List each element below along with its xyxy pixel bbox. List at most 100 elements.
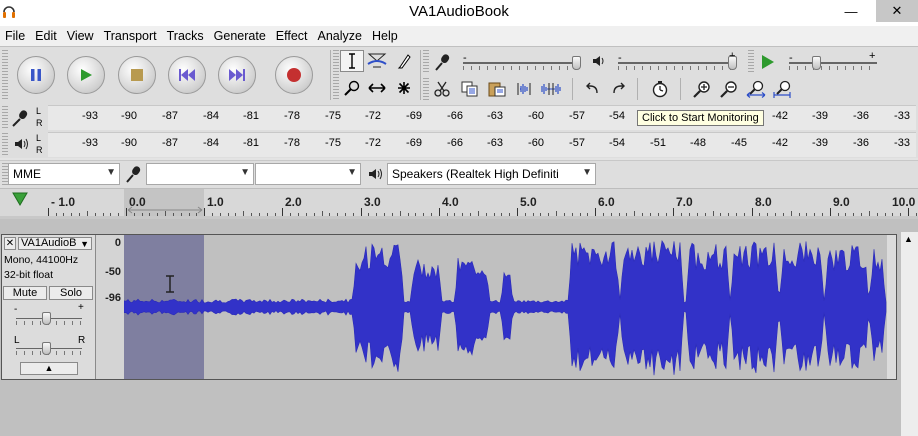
play-at-speed-button[interactable] — [756, 51, 780, 73]
window-title: VA1AudioBook — [409, 3, 509, 20]
recording-device-select[interactable]: ▼ — [146, 163, 254, 185]
scroll-up-arrow-icon[interactable]: ▲ — [904, 234, 913, 244]
minimize-button[interactable]: — — [828, 0, 874, 22]
rec-volume-thumb[interactable] — [572, 56, 581, 70]
menu-transport[interactable]: Transport — [99, 26, 162, 46]
skip-to-start-button[interactable] — [168, 56, 206, 94]
copy-icon — [461, 81, 478, 97]
close-track-button[interactable]: ✕ — [4, 237, 16, 250]
close-button[interactable]: ✕ — [876, 0, 918, 22]
rec-tick: -66 — [447, 110, 463, 122]
menu-effect[interactable]: Effect — [271, 26, 313, 46]
menu-view[interactable]: View — [62, 26, 99, 46]
mute-button[interactable]: Mute — [3, 286, 47, 300]
vertical-db-ruler[interactable]: 0 -50 -96 — [96, 235, 124, 379]
gain-max-label: + — [78, 302, 84, 313]
record-icon — [287, 68, 301, 82]
rec-tick: -36 — [853, 110, 869, 122]
play-tick: -78 — [284, 137, 300, 149]
menu-generate[interactable]: Generate — [209, 26, 271, 46]
vertical-scrollbar[interactable]: ▲ — [901, 232, 918, 436]
play-tick: -63 — [487, 137, 503, 149]
menu-help[interactable]: Help — [367, 26, 403, 46]
menu-analyze[interactable]: Analyze — [313, 26, 367, 46]
speaker-icon — [369, 168, 382, 180]
rec-tick: -39 — [812, 110, 828, 122]
rec-volume-track[interactable] — [463, 62, 581, 64]
timeshift-tool-button[interactable] — [365, 77, 389, 99]
fit-selection-button[interactable] — [744, 78, 768, 100]
silence-icon — [541, 83, 561, 95]
stop-button[interactable] — [118, 56, 156, 94]
vruler-label-minus-96: -96 — [105, 292, 121, 304]
zoom-in-button[interactable] — [690, 78, 714, 100]
redo-button[interactable] — [607, 78, 631, 100]
toolbar-grip[interactable] — [423, 78, 429, 100]
toolbar-grip[interactable] — [423, 50, 429, 72]
play-volume-thumb[interactable] — [728, 56, 737, 70]
speed-track[interactable] — [789, 62, 877, 64]
pan-left-label: L — [14, 335, 20, 346]
chevron-down-icon: ▼ — [80, 239, 89, 249]
collapse-track-button[interactable]: ▲ — [20, 362, 78, 375]
play-volume-track[interactable] — [618, 62, 736, 64]
track-name: VA1AudioB — [21, 237, 77, 249]
record-button[interactable] — [275, 56, 313, 94]
track-name-menu[interactable]: VA1AudioB ▼ — [18, 237, 92, 250]
undo-button[interactable] — [580, 78, 604, 100]
timeline-label: 10.0 — [892, 195, 916, 209]
toolbar-grip[interactable] — [748, 50, 754, 72]
rec-tick: -63 — [487, 110, 503, 122]
play-tick: -60 — [528, 137, 544, 149]
rec-tick: -93 — [82, 110, 98, 122]
menu-edit[interactable]: Edit — [30, 26, 62, 46]
playback-device-select[interactable]: Speakers (Realtek High Definiti ▼ — [387, 163, 596, 185]
toolbar-grip[interactable] — [2, 50, 8, 100]
track-format-info: Mono, 44100Hz — [4, 254, 79, 266]
trim-button[interactable] — [512, 78, 536, 100]
toolbar-separator — [572, 78, 573, 100]
audio-host-select[interactable]: MME ▼ — [8, 163, 120, 185]
silence-button[interactable] — [539, 78, 563, 100]
play-tick: -54 — [609, 137, 625, 149]
play-at-speed-icon — [762, 55, 774, 69]
draw-tool-button[interactable] — [392, 50, 416, 72]
envelope-tool-button[interactable] — [365, 50, 389, 72]
draw-tool-icon — [397, 54, 411, 69]
speed-max-label: + — [869, 50, 876, 62]
timeline-label: 5.0 — [520, 195, 537, 209]
chevron-down-icon: ▼ — [106, 167, 116, 178]
skip-to-end-button[interactable] — [218, 56, 256, 94]
sync-lock-button[interactable] — [648, 78, 672, 100]
paste-button[interactable] — [485, 78, 509, 100]
timeline-label: 6.0 — [598, 195, 615, 209]
pause-button[interactable] — [17, 56, 55, 94]
zoom-out-button[interactable] — [717, 78, 741, 100]
selection-tool-button[interactable] — [340, 50, 364, 72]
pan-slider-thumb[interactable] — [42, 342, 51, 355]
menu-file[interactable]: File — [0, 26, 30, 46]
play-tick: -87 — [162, 137, 178, 149]
fit-project-button[interactable] — [771, 78, 795, 100]
play-button[interactable] — [67, 56, 105, 94]
track-control-panel: ✕ VA1AudioB ▼ Mono, 44100Hz 32-bit float… — [2, 235, 96, 379]
timeline-label: 9.0 — [833, 195, 850, 209]
solo-button[interactable]: Solo — [49, 286, 93, 300]
zoom-tool-button[interactable] — [340, 77, 364, 99]
menu-tracks[interactable]: Tracks — [162, 26, 209, 46]
rec-tick: -57 — [569, 110, 585, 122]
speaker-icon — [593, 56, 604, 66]
recording-channels-select[interactable]: ▼ — [255, 163, 361, 185]
rec-tick: -72 — [365, 110, 381, 122]
multi-tool-button[interactable] — [392, 77, 416, 99]
undo-icon — [586, 82, 598, 94]
play-tick: -93 — [82, 137, 98, 149]
speed-thumb[interactable] — [812, 56, 821, 70]
gain-slider-thumb[interactable] — [42, 312, 51, 325]
play-icon — [81, 69, 92, 81]
timeline-label: 3.0 — [364, 195, 381, 209]
cut-button[interactable] — [430, 78, 454, 100]
toolbar-grip[interactable] — [333, 50, 339, 100]
zoom-tool-icon — [344, 80, 360, 96]
copy-button[interactable] — [458, 78, 482, 100]
